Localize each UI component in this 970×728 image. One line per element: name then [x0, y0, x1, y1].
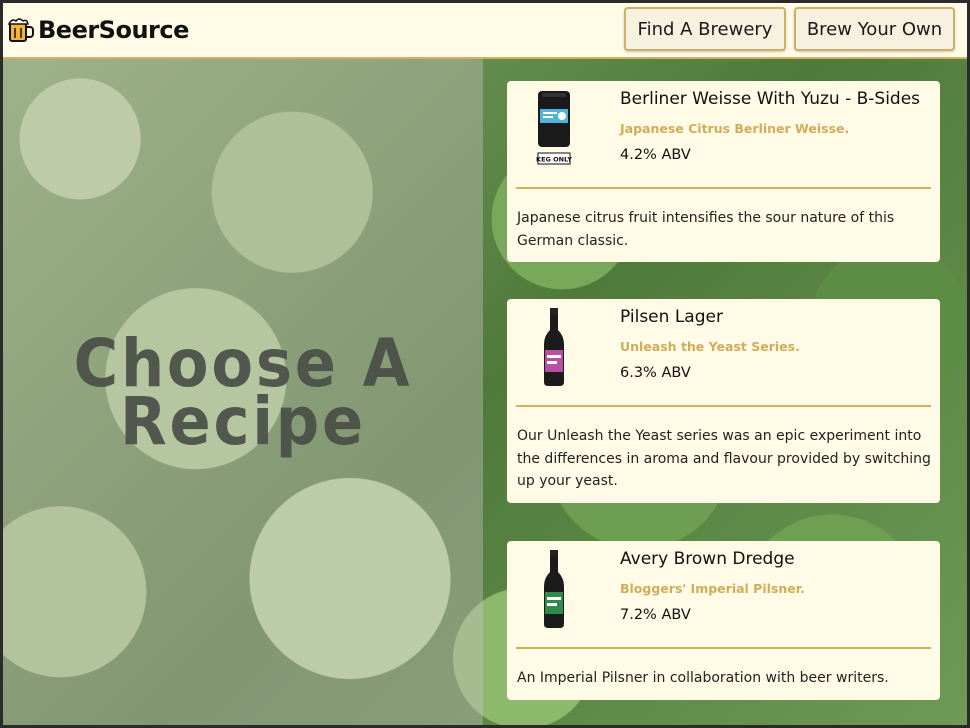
- recipe-name[interactable]: Pilsen Lager: [620, 307, 723, 327]
- recipe-tagline: Unleash the Yeast Series.: [620, 339, 800, 354]
- recipe-abv: 4.2% ABV: [620, 147, 691, 163]
- brew-your-own-button[interactable]: Brew Your Own: [794, 7, 955, 51]
- recipe-card[interactable]: Avery Brown Dredge Bloggers' Imperial Pi…: [507, 541, 940, 700]
- keg-label: KEG ONLY: [536, 156, 572, 164]
- recipe-card[interactable]: KEG ONLY Berliner Weisse With Yuzu - B-S…: [507, 81, 940, 262]
- card-divider: [516, 187, 931, 189]
- recipe-abv: 7.2% ABV: [620, 607, 691, 623]
- recipe-card[interactable]: Pilsen Lager Unleash the Yeast Series. 6…: [507, 299, 940, 503]
- recipe-list: KEG ONLY Berliner Weisse With Yuzu - B-S…: [507, 59, 940, 725]
- recipe-name[interactable]: Berliner Weisse With Yuzu - B-Sides: [620, 89, 920, 109]
- brand-name: BeerSource: [38, 16, 189, 44]
- app-window: BeerSource Find A Brewery Brew Your Own …: [3, 3, 967, 725]
- find-brewery-button[interactable]: Find A Brewery: [624, 7, 786, 51]
- recipe-tagline: Japanese Citrus Berliner Weisse.: [620, 121, 850, 136]
- recipe-name[interactable]: Avery Brown Dredge: [620, 549, 795, 569]
- brand-link[interactable]: BeerSource: [7, 14, 189, 46]
- recipe-image: KEG ONLY: [521, 91, 587, 167]
- recipe-description: An Imperial Pilsner in collaboration wit…: [517, 670, 889, 686]
- keg-icon: KEG ONLY: [536, 91, 572, 165]
- recipe-description: Japanese citrus fruit intensifies the so…: [517, 210, 895, 249]
- recipe-abv: 6.3% ABV: [620, 365, 691, 381]
- recipe-tagline: Bloggers' Imperial Pilsner.: [620, 581, 805, 596]
- page-title: Choose A Recipe: [22, 331, 464, 455]
- hero-section: Choose A Recipe KEG ONLY Berliner Weisse…: [3, 59, 967, 725]
- recipe-image: [521, 308, 587, 386]
- beer-bottle-icon: [544, 308, 564, 386]
- beer-mug-icon: [7, 18, 34, 42]
- beer-bottle-icon: [544, 550, 564, 628]
- card-divider: [516, 405, 931, 407]
- navbar: BeerSource Find A Brewery Brew Your Own: [3, 3, 967, 59]
- card-divider: [516, 647, 931, 649]
- recipe-description: Our Unleash the Yeast series was an epic…: [517, 428, 931, 489]
- recipe-image: [521, 550, 587, 628]
